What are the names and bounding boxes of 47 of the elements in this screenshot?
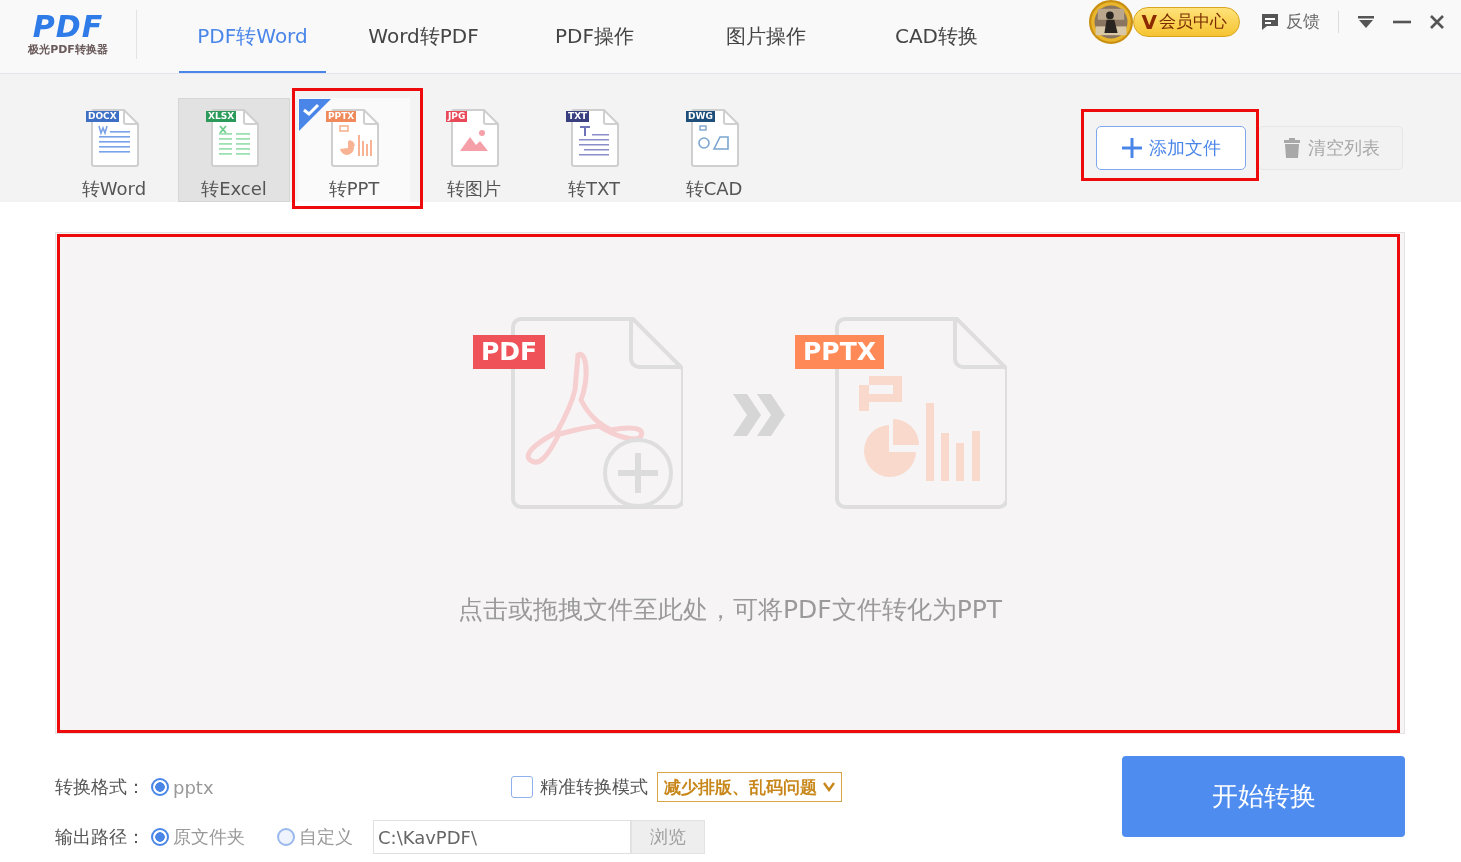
drop-hint: 点击或拖拽文件至此处，可将PDF文件转化为PPT	[457, 594, 1003, 626]
format-radio[interactable]: pptx	[151, 776, 214, 798]
file-type-label: XLSX	[206, 111, 237, 122]
start-convert-button[interactable]: 开始转换	[1122, 756, 1405, 837]
convert-option[interactable]: PPTX 转PPT	[298, 98, 410, 202]
convert-option[interactable]: JPG 转图片	[418, 98, 530, 202]
file-type-label: JPG	[446, 111, 468, 122]
minimize-icon[interactable]	[1393, 19, 1411, 24]
file-type-label: DOCX	[86, 111, 119, 122]
double-chevron-icon	[733, 394, 787, 436]
output-radio[interactable]: 自定义	[277, 825, 353, 849]
precise-mode-checkbox[interactable]: 精准转换模式	[511, 775, 648, 799]
nav-tab[interactable]: PDF操作	[509, 0, 680, 73]
document-icon	[570, 109, 620, 167]
output-path-label: 输出路径：	[55, 825, 146, 849]
member-center-button[interactable]: V会员中心	[1132, 6, 1240, 37]
logo-caption: 极光PDF转换器	[28, 42, 108, 57]
file-type-label: PPTX	[326, 111, 357, 122]
file-type-label: TXT	[566, 111, 590, 122]
convert-option[interactable]: TXT 转TXT	[538, 98, 650, 202]
logo-mark: PDF	[32, 12, 104, 42]
convert-option[interactable]: DOCX 转Word	[58, 98, 170, 202]
nav-tab[interactable]: Word转PDF	[338, 0, 509, 73]
file-type-label: DWG	[686, 111, 715, 122]
plus-icon	[1121, 137, 1143, 159]
document-icon	[690, 109, 740, 167]
document-icon	[210, 109, 260, 167]
convert-option[interactable]: XLSX 转Excel	[178, 98, 290, 202]
file-type-label: PDF	[473, 335, 546, 369]
nav-tab[interactable]: PDF转Word	[167, 0, 338, 73]
close-icon[interactable]	[1429, 13, 1445, 30]
path-field[interactable]: C:\KavPDF\	[373, 820, 631, 854]
convert-option[interactable]: DWG 转CAD	[658, 98, 770, 202]
file-type-label: PPTX	[795, 335, 884, 369]
feedback-button[interactable]: 反馈	[1260, 10, 1320, 33]
chevron-down-icon	[823, 782, 835, 792]
document-icon	[330, 109, 380, 167]
drop-zone[interactable]: PDF PPTX 点击或拖拽文件至此处，可将PDF文件转化为PPT	[55, 232, 1405, 734]
trash-icon	[1281, 138, 1302, 158]
add-file-button[interactable]: 添加文件	[1096, 126, 1246, 170]
format-label: 转换格式：	[55, 775, 146, 799]
nav-tab[interactable]: 图片操作	[680, 0, 851, 73]
dropdown-icon[interactable]	[1357, 13, 1375, 30]
tip-dropdown[interactable]: 减少排版、乱码问题	[657, 772, 842, 802]
document-icon	[90, 109, 140, 167]
nav-tab[interactable]: CAD转换	[851, 0, 1022, 73]
comment-icon	[1260, 11, 1280, 32]
